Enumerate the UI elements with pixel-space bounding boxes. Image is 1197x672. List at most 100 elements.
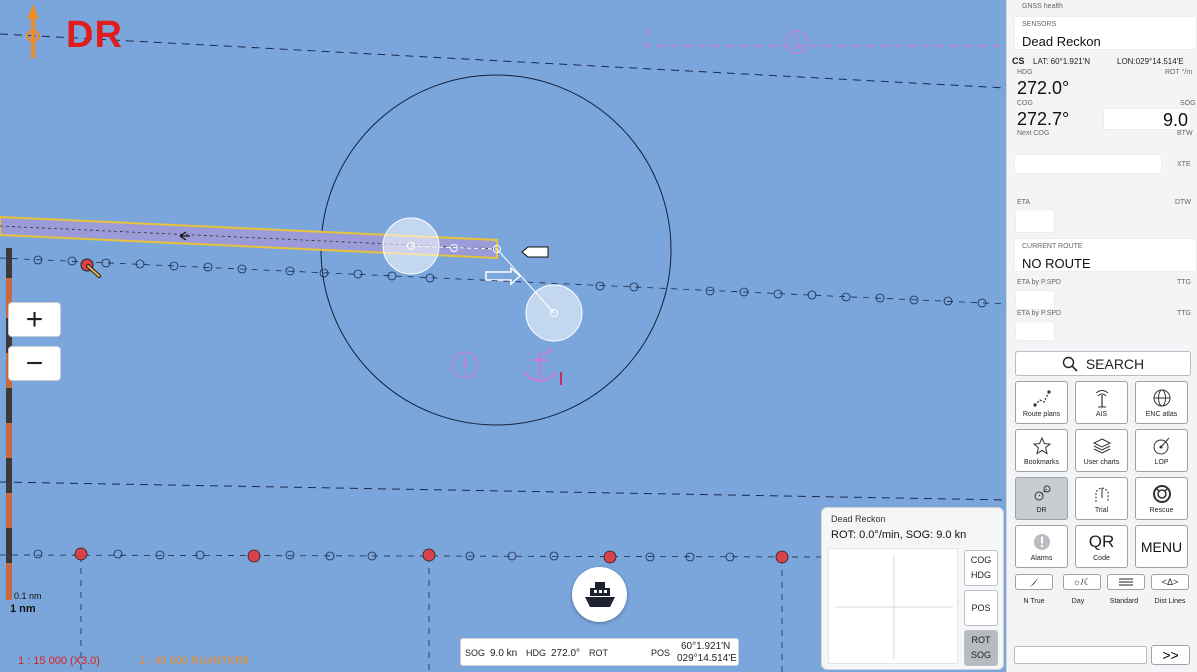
dist-lines-button[interactable]: <Δ> [1151,574,1189,590]
compass-needle-icon [1030,577,1039,587]
route-plans-icon [1032,389,1051,407]
cog-hdg-button[interactable]: COG HDG [964,550,998,586]
hdg-label: HDG [971,570,991,580]
pos-lat: 60°1.921'N [681,641,731,652]
lop-label: LOP [1154,458,1169,466]
own-ship-icon [521,246,549,258]
trial-label: Trial [1094,506,1109,514]
rescue-button[interactable]: Rescue [1135,477,1188,520]
hdg-value: 272.0° [551,648,581,659]
hdg-value: 272.0° [1017,78,1070,98]
lon-value: LON:029°14.514'E [1117,57,1184,66]
ais-antenna-icon [1095,389,1108,407]
hdg-label: HDG [526,648,546,658]
user-charts-button[interactable]: User charts [1075,429,1128,472]
eta-pspd-box [1015,290,1055,310]
search-button[interactable]: SEARCH [1015,351,1191,376]
scale-small-label: 0.1 nm [14,591,42,601]
user-charts-label: User charts [1083,458,1120,466]
zoom-out-button[interactable]: − [8,346,61,381]
eta-pspd-label: ETA by P.SPD [1017,279,1062,286]
lines-icon [1119,578,1133,586]
nav-data-strip: SOG 9.0 kn HDG 272.0° ROT POS 60°1.921'N… [460,638,739,666]
next-cog-label: Next COG [1017,130,1050,137]
ttg-label: TTG [1177,279,1191,286]
bookmarks-label: Bookmarks [1023,458,1059,466]
eta-pspd-label-2: ETA by P.SPD [1017,310,1062,317]
star-icon [1032,436,1051,455]
ttg-label-2: TTG [1177,310,1191,317]
sog-value: 9.0 [1162,110,1188,130]
menu-label: MENU [1140,538,1183,555]
standard-label: Standard [1109,598,1139,605]
trial-maneuver-icon [1095,487,1108,502]
search-icon [1062,356,1078,372]
scale-ratio-main: 1 : 15 000 (X3.0) [18,655,100,667]
scale-big-label: 1 nm [10,603,36,615]
trial-button[interactable]: Trial [1075,477,1128,520]
enc-atlas-label: ENC atlas [1145,410,1178,418]
bookmarks-button[interactable]: Bookmarks [1015,429,1068,472]
command-input[interactable] [1014,646,1147,664]
xte-label: XTE [1177,161,1191,168]
layers-icon [1092,437,1111,454]
globe-icon [1153,389,1170,406]
cog-value: 272.7° [1017,109,1070,129]
current-route-label: CURRENT ROUTE [1022,243,1083,250]
rot-unit-label: ROT °/m [1165,69,1193,76]
lifebuoy-icon [1152,484,1171,503]
day-night-button[interactable]: ☼/☾ [1063,574,1101,590]
chart-map[interactable]: DR + − 0.1 nm 1 nm 1 : 15 000 (X3.0) 1 :… [0,0,1006,672]
day-night-icon: ☼/☾ [1072,576,1092,587]
lat-value: LAT: 60°1.921'N [1033,57,1091,66]
ais-button[interactable]: AIS [1075,381,1128,424]
north-arrow-icon [26,4,40,58]
enc-atlas-button[interactable]: ENC atlas [1135,381,1188,424]
zoom-in-button[interactable]: + [8,302,61,337]
scale-ratio-chart: 1 : 45 000 RU4NTKR9 [139,655,250,667]
dtw-label: DTW [1175,199,1191,206]
pos-button[interactable]: POS [964,590,998,626]
standard-button[interactable] [1107,574,1145,590]
ship-outline-icon [485,266,522,286]
btw-label: BTW [1177,130,1193,137]
sog-value: 9.0 kn [490,648,518,659]
xte-box [1014,154,1162,174]
qr-code-label: Code [1093,554,1110,562]
depth-contour-line [0,481,1006,501]
eta-box [1015,209,1055,233]
center-ship-button[interactable] [572,567,627,622]
dr-plot-area[interactable] [828,548,958,664]
route-plans-button[interactable]: Route plans [1015,381,1068,424]
rot-sog-button[interactable]: ROT SOG [964,630,998,666]
lop-icon [1153,437,1169,454]
dr-label: DR [1036,506,1047,514]
dist-lines-label: Dist Lines [1154,598,1186,605]
alarms-label: Alarms [1030,554,1053,562]
gnss-health-label[interactable]: GNSS health [1022,3,1063,10]
pos-lon: 029°14.514'E [677,653,737,664]
cog-label: COG [970,555,992,565]
side-panel: GNSS health SENSORS Dead Reckon CS LAT: … [1006,0,1197,672]
anchorage-icon [523,347,557,382]
alarms-button[interactable]: Alarms [1015,525,1068,568]
lop-button[interactable]: LOP [1135,429,1188,472]
current-route-box[interactable]: CURRENT ROUTE NO ROUTE [1014,238,1197,272]
ais-label: AIS [1095,410,1108,418]
leading-line [0,257,1006,305]
depth-contour-line [0,33,1006,89]
hdg-label: HDG [1017,69,1033,76]
cog-label: COG [1017,100,1033,107]
sensor-box[interactable]: SENSORS Dead Reckon [1014,16,1197,50]
n-true-button[interactable] [1015,574,1053,590]
qr-code-button[interactable]: QR Code [1075,525,1128,568]
pos-label: POS [651,648,671,658]
sensor-value: Dead Reckon [1022,34,1101,49]
sog-box: 9.0 [1103,108,1191,130]
next-button[interactable]: >> [1151,645,1190,665]
rot-label: ROT [589,648,608,658]
pos-label: POS [971,602,991,613]
current-route-value: NO ROUTE [1022,256,1091,271]
menu-button[interactable]: MENU [1135,525,1188,568]
dr-button[interactable]: DR [1015,477,1068,520]
